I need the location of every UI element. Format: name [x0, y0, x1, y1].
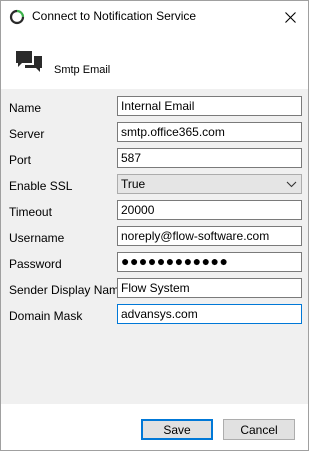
port-field[interactable]: 587 — [117, 148, 302, 168]
save-button[interactable]: Save — [141, 419, 213, 440]
form-row-name: Name Internal Email — [1, 96, 308, 122]
dialog-window: Connect to Notification Service Smtp Ema… — [0, 0, 309, 451]
username-label: Username — [9, 231, 65, 245]
refresh-circle-icon — [9, 9, 25, 25]
form-row-port: Port 587 — [1, 148, 308, 174]
sender-display-name-label: Sender Display Name — [9, 283, 126, 297]
username-field[interactable]: noreply@flow-software.com — [117, 226, 302, 246]
title-bar[interactable]: Connect to Notification Service — [1, 1, 308, 33]
enable-ssl-label: Enable SSL — [9, 179, 73, 193]
password-label: Password — [9, 257, 62, 271]
dialog-header: Smtp Email — [1, 33, 308, 89]
timeout-label: Timeout — [9, 205, 52, 219]
password-field[interactable]: ●●●●●●●●●●●● — [117, 252, 302, 272]
domain-mask-label: Domain Mask — [9, 309, 83, 323]
server-label: Server — [9, 127, 45, 141]
dialog-footer: Save Cancel — [1, 404, 308, 450]
form-row-sender-display-name: Sender Display Name Flow System — [1, 278, 308, 304]
window-title: Connect to Notification Service — [32, 9, 197, 23]
form-row-server: Server smtp.office365.com — [1, 122, 308, 148]
domain-mask-field[interactable]: advansys.com — [117, 304, 302, 324]
server-field[interactable]: smtp.office365.com — [117, 122, 302, 142]
cancel-button[interactable]: Cancel — [223, 419, 295, 440]
form-row-timeout: Timeout 20000 — [1, 200, 308, 226]
chevron-down-icon — [286, 181, 297, 188]
close-icon — [284, 11, 296, 23]
name-field[interactable]: Internal Email — [117, 96, 302, 116]
form-row-password: Password ●●●●●●●●●●●● — [1, 252, 308, 278]
enable-ssl-value: True — [121, 177, 146, 191]
name-label: Name — [9, 101, 42, 115]
close-button[interactable] — [272, 1, 308, 33]
port-label: Port — [9, 153, 32, 167]
form-row-domain-mask: Domain Mask advansys.com — [1, 304, 308, 330]
chat-bubbles-icon — [16, 51, 42, 72]
timeout-field[interactable]: 20000 — [117, 200, 302, 220]
form-row-enable-ssl: Enable SSL True — [1, 174, 308, 200]
form-row-username: Username noreply@flow-software.com — [1, 226, 308, 252]
form-panel: Name Internal Email Server smtp.office36… — [1, 89, 308, 404]
sender-display-name-field[interactable]: Flow System — [117, 278, 302, 298]
service-name: Smtp Email — [54, 64, 111, 76]
enable-ssl-select[interactable]: True — [117, 174, 302, 194]
